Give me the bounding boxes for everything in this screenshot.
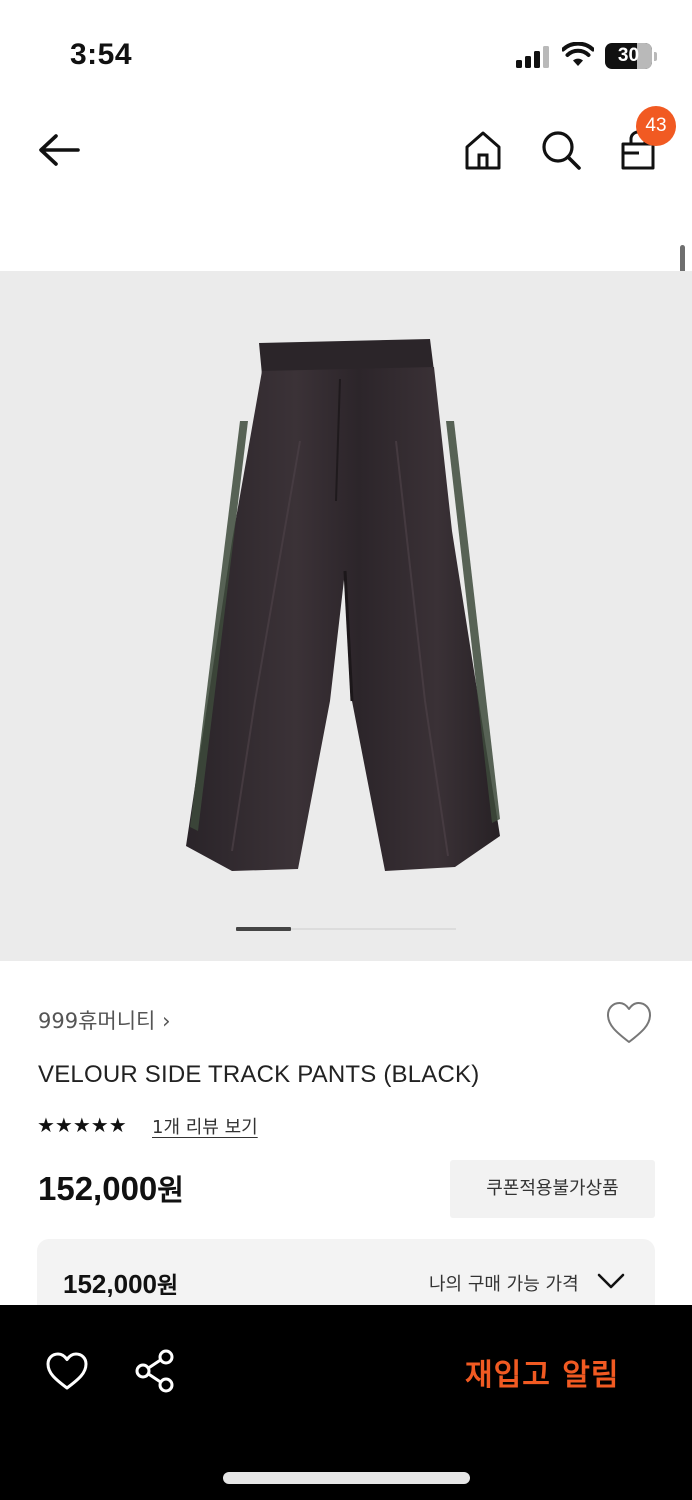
battery-icon: 30 [605, 43, 657, 69]
product-price: 152,000원 [38, 1167, 184, 1209]
chevron-down-icon[interactable] [597, 1270, 625, 1292]
home-icon[interactable] [461, 128, 505, 172]
chevron-right-icon: › [162, 1009, 171, 1033]
bottom-action-bar [0, 1305, 692, 1500]
status-time: 3:54 [70, 38, 133, 71]
product-price-unit: 원 [157, 1173, 184, 1207]
heart-outline-icon[interactable] [604, 1000, 654, 1046]
product-image-gallery[interactable] [0, 271, 692, 961]
share-icon[interactable] [134, 1348, 176, 1394]
product-price-number: 152,000 [38, 1170, 158, 1207]
image-pager-active [236, 927, 291, 931]
product-name: VELOUR SIDE TRACK PANTS (BLACK) [38, 1061, 480, 1088]
cart-count-badge: 43 [636, 106, 676, 146]
rating-stars: ★★★★★ [37, 1113, 127, 1137]
product-image [186, 339, 500, 871]
wifi-icon [562, 42, 594, 66]
brand-link[interactable]: 999휴머니티 › [38, 1005, 170, 1035]
restock-alert-button[interactable]: 재입고 알림 [465, 1350, 619, 1394]
coupon-unavailable-badge: 쿠폰적용불가상품 [450, 1160, 655, 1218]
my-price-number: 152,000 [63, 1269, 157, 1299]
search-icon[interactable] [539, 128, 583, 172]
heart-outline-icon[interactable] [44, 1350, 90, 1392]
home-indicator[interactable] [223, 1472, 470, 1484]
arrow-left-icon[interactable] [34, 128, 84, 172]
my-price-value: 152,000원 [63, 1266, 178, 1300]
status-bar: 3:54 30 [0, 0, 692, 100]
review-link[interactable]: 1개 리뷰 보기 [152, 1113, 258, 1139]
my-price-unit: 원 [156, 1273, 179, 1299]
battery-level: 30 [617, 45, 640, 66]
brand-name: 999휴머니티 [38, 1009, 156, 1033]
cellular-signal-icon [516, 46, 552, 68]
my-price-label[interactable]: 나의 구매 가능 가격 [429, 1270, 579, 1296]
